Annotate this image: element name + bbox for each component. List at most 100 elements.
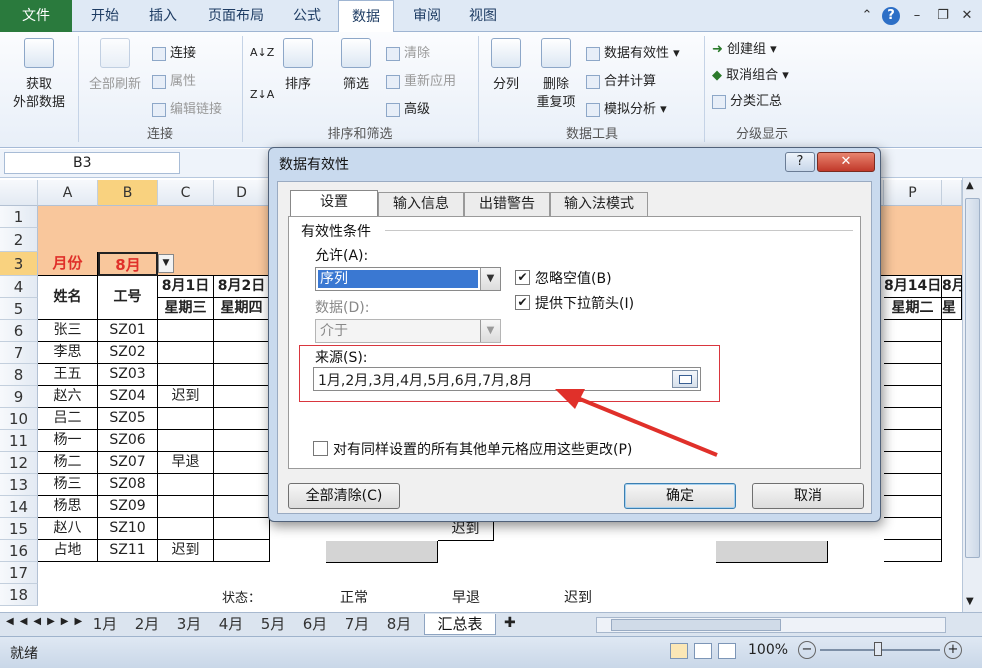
- zoom-out-icon[interactable]: −: [798, 641, 816, 659]
- tab-review[interactable]: 审阅: [402, 0, 452, 32]
- employee-name-cell[interactable]: 赵六: [38, 386, 98, 408]
- apply-all-checkbox[interactable]: [313, 441, 328, 456]
- attendance-cell[interactable]: [214, 342, 270, 364]
- connections-button[interactable]: 连接: [152, 42, 196, 61]
- row-header[interactable]: 12: [0, 452, 38, 474]
- tab-view[interactable]: 视图: [458, 0, 508, 32]
- employee-name-cell[interactable]: 占地: [38, 540, 98, 562]
- tab-page-layout[interactable]: 页面布局: [196, 0, 276, 32]
- sheet-tab[interactable]: 5月: [254, 614, 292, 635]
- subtotal-button[interactable]: 分类汇总: [712, 90, 782, 109]
- in-cell-dropdown-checkbox[interactable]: ✔: [515, 295, 530, 310]
- employee-name-cell[interactable]: 李思: [38, 342, 98, 364]
- row-header[interactable]: 4: [0, 276, 38, 298]
- attendance-cell[interactable]: [884, 474, 942, 496]
- page-break-view-icon[interactable]: [718, 643, 736, 659]
- employee-name-cell[interactable]: 杨二: [38, 452, 98, 474]
- scroll-thumb[interactable]: [965, 198, 980, 558]
- close-icon[interactable]: ✕: [958, 7, 976, 25]
- attendance-cell[interactable]: [158, 430, 214, 452]
- sheet-tab-active[interactable]: 汇总表: [424, 614, 496, 635]
- row-header[interactable]: 16: [0, 540, 38, 562]
- employee-name-cell[interactable]: 王五: [38, 364, 98, 386]
- employee-name-cell[interactable]: 赵八: [38, 518, 98, 540]
- attendance-cell[interactable]: [884, 386, 942, 408]
- attendance-cell[interactable]: [884, 430, 942, 452]
- scroll-up-icon[interactable]: ▲: [966, 180, 974, 191]
- row-header[interactable]: 9: [0, 386, 38, 408]
- column-header[interactable]: [942, 180, 962, 206]
- employee-id-cell[interactable]: SZ09: [98, 496, 158, 518]
- attendance-cell[interactable]: 迟到: [158, 386, 214, 408]
- attendance-cell[interactable]: [214, 430, 270, 452]
- employee-id-cell[interactable]: SZ08: [98, 474, 158, 496]
- name-box[interactable]: B3: [4, 152, 180, 174]
- month-value-cell[interactable]: 8月: [98, 252, 158, 276]
- column-header[interactable]: A: [38, 180, 98, 206]
- attendance-cell[interactable]: [214, 386, 270, 408]
- collapse-ribbon-icon[interactable]: ⌃: [858, 7, 876, 25]
- cancel-button[interactable]: 取消: [752, 483, 864, 509]
- employee-name-cell[interactable]: 杨三: [38, 474, 98, 496]
- edit-links-button[interactable]: 编辑链接: [152, 98, 222, 117]
- row-header[interactable]: 17: [0, 562, 38, 584]
- refresh-all-button[interactable]: 全部刷新: [82, 38, 148, 94]
- employee-id-cell[interactable]: SZ05: [98, 408, 158, 430]
- dialog-close-button[interactable]: ✕: [817, 152, 875, 172]
- row-header[interactable]: 7: [0, 342, 38, 364]
- clear-filter-button[interactable]: 清除: [386, 42, 430, 61]
- whatif-button[interactable]: 模拟分析 ▾: [586, 98, 667, 117]
- normal-view-icon[interactable]: [670, 643, 688, 659]
- attendance-cell[interactable]: [214, 364, 270, 386]
- attendance-cell[interactable]: [158, 474, 214, 496]
- row-header[interactable]: 2: [0, 228, 38, 252]
- data-validation-button[interactable]: 数据有效性 ▾: [586, 42, 680, 61]
- zoom-level[interactable]: 100%: [748, 642, 788, 658]
- help-icon[interactable]: ?: [882, 7, 900, 25]
- row-header[interactable]: 11: [0, 430, 38, 452]
- row-header[interactable]: 8: [0, 364, 38, 386]
- tab-file[interactable]: 文件: [0, 0, 72, 32]
- row-header[interactable]: 6: [0, 320, 38, 342]
- filter-button[interactable]: 筛选: [334, 38, 378, 94]
- h-scroll-thumb[interactable]: [611, 619, 781, 631]
- remove-duplicates-button[interactable]: 删除 重复项: [530, 38, 582, 112]
- text-to-columns-button[interactable]: 分列: [484, 38, 528, 94]
- employee-id-cell[interactable]: SZ11: [98, 540, 158, 562]
- tab-input-message[interactable]: 输入信息: [378, 192, 464, 216]
- attendance-cell[interactable]: [214, 540, 270, 562]
- zoom-slider-thumb[interactable]: [874, 642, 882, 656]
- attendance-cell[interactable]: [214, 452, 270, 474]
- chevron-down-icon[interactable]: ▼: [480, 268, 500, 290]
- zoom-in-icon[interactable]: +: [944, 641, 962, 659]
- tab-insert[interactable]: 插入: [138, 0, 188, 32]
- attendance-cell[interactable]: [884, 408, 942, 430]
- tab-error-alert[interactable]: 出错警告: [464, 192, 550, 216]
- select-all-corner[interactable]: [0, 180, 38, 206]
- attendance-cell[interactable]: [884, 320, 942, 342]
- sort-az-icon[interactable]: A↓Z: [250, 46, 274, 59]
- status-cell[interactable]: 迟到: [438, 519, 494, 541]
- tab-settings[interactable]: 设置: [290, 190, 378, 217]
- sheet-tab[interactable]: 4月: [212, 614, 250, 635]
- scroll-down-icon[interactable]: ▼: [966, 596, 974, 607]
- attendance-cell[interactable]: 迟到: [158, 540, 214, 562]
- tab-formulas[interactable]: 公式: [282, 0, 332, 32]
- attendance-cell[interactable]: [158, 342, 214, 364]
- dialog-help-button[interactable]: ?: [785, 152, 815, 172]
- column-header[interactable]: P: [884, 180, 942, 206]
- attendance-cell[interactable]: [884, 496, 942, 518]
- row-header[interactable]: 14: [0, 496, 38, 518]
- sheet-tab[interactable]: 2月: [128, 614, 166, 635]
- sort-za-icon[interactable]: Z↓A: [250, 88, 274, 101]
- sheet-tab[interactable]: 3月: [170, 614, 208, 635]
- row-header[interactable]: 5: [0, 298, 38, 320]
- attendance-cell[interactable]: [214, 474, 270, 496]
- get-external-data-button[interactable]: 获取 外部数据: [4, 38, 74, 112]
- attendance-cell[interactable]: [214, 518, 270, 540]
- row-header[interactable]: 3: [0, 252, 38, 276]
- employee-id-cell[interactable]: SZ01: [98, 320, 158, 342]
- employee-id-cell[interactable]: SZ04: [98, 386, 158, 408]
- column-header[interactable]: B: [98, 180, 158, 206]
- reapply-button[interactable]: 重新应用: [386, 70, 456, 89]
